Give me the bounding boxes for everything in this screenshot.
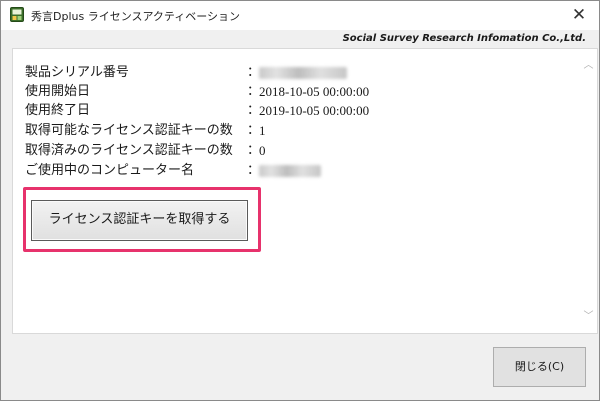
- scroll-up-icon[interactable]: ︿: [580, 57, 597, 74]
- close-window-icon[interactable]: ✕: [559, 1, 599, 30]
- vertical-scrollbar[interactable]: ︿ ﹀: [580, 49, 597, 333]
- license-activation-window: 秀言Dplus ライセンスアクティベーション ✕ Social Survey R…: [0, 0, 600, 401]
- app-logo-icon: [10, 7, 24, 22]
- acquired-keys-value: 0: [259, 143, 266, 158]
- available-keys-label: 取得可能なライセンス認証キーの数: [25, 123, 233, 138]
- company-name: Social Survey Research Infomation Co.,Lt…: [342, 33, 586, 44]
- get-license-key-button[interactable]: ライセンス認証キーを取得する: [31, 200, 248, 241]
- start-date-value: 2018-10-05 00:00:00: [259, 84, 370, 99]
- title-bar: 秀言Dplus ライセンスアクティベーション ✕: [1, 1, 599, 30]
- computer-name-value-redacted: [259, 161, 321, 183]
- acquired-keys-label: 取得済みのライセンス認証キーの数: [25, 143, 233, 158]
- computer-name-label: ご使用中のコンピューター名: [25, 163, 195, 178]
- available-keys-value: 1: [259, 123, 266, 138]
- serial-number-label: 製品シリアル番号: [25, 65, 129, 80]
- window-title: 秀言Dplus ライセンスアクティベーション: [31, 10, 241, 23]
- close-button[interactable]: 閉じる(C): [493, 347, 586, 387]
- end-date-value: 2019-10-05 00:00:00: [259, 103, 370, 118]
- end-date-label: 使用終了日: [25, 103, 91, 118]
- start-date-label: 使用開始日: [25, 84, 91, 99]
- scroll-down-icon[interactable]: ﹀: [580, 308, 597, 325]
